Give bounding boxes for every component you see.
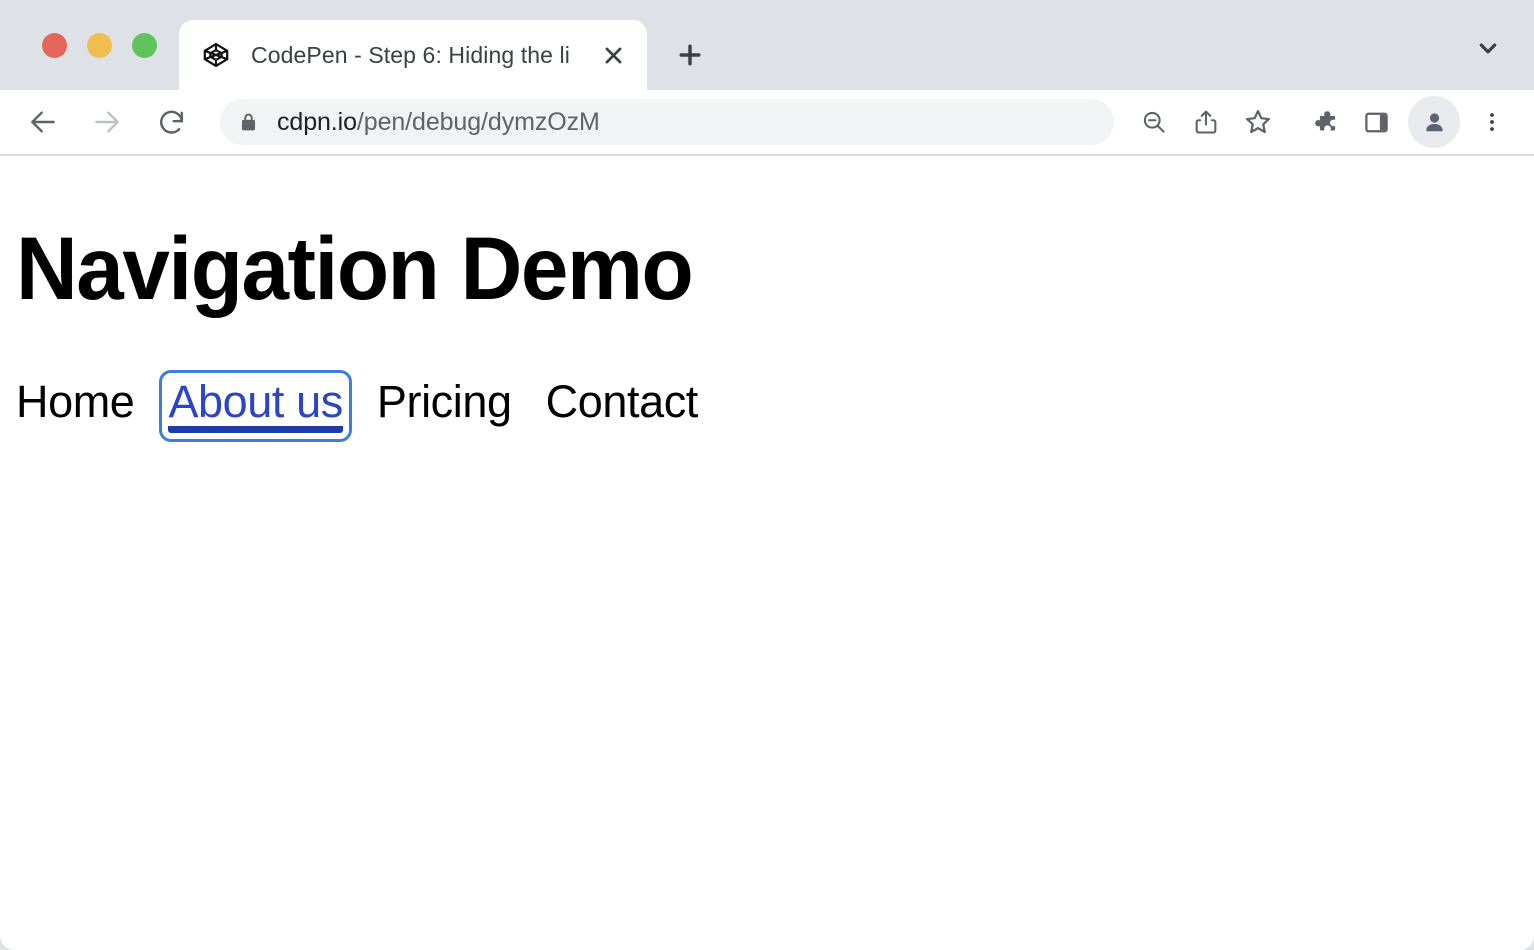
page-title: Navigation Demo bbox=[16, 156, 1458, 313]
page-content: Navigation Demo Home About us Pricing Co… bbox=[0, 156, 1534, 424]
tab-strip: CodePen - Step 6: Hiding the li bbox=[0, 0, 1534, 90]
share-icon[interactable] bbox=[1180, 96, 1232, 148]
zoom-out-icon[interactable] bbox=[1128, 96, 1180, 148]
tab-title: CodePen - Step 6: Hiding the li bbox=[251, 42, 591, 69]
minimize-window-button[interactable] bbox=[87, 33, 112, 58]
tab-search-button[interactable] bbox=[1464, 24, 1512, 72]
window-controls bbox=[0, 0, 179, 90]
browser-tab-active[interactable]: CodePen - Step 6: Hiding the li bbox=[179, 20, 647, 90]
back-button[interactable] bbox=[16, 95, 70, 149]
url-path: /pen/debug/dymzOzM bbox=[357, 108, 600, 136]
maximize-window-button[interactable] bbox=[132, 33, 157, 58]
browser-window: CodePen - Step 6: Hiding the li bbox=[0, 0, 1534, 950]
close-tab-button[interactable] bbox=[591, 33, 635, 77]
close-window-button[interactable] bbox=[42, 33, 67, 58]
nav-link-pricing[interactable]: Pricing bbox=[377, 379, 512, 424]
three-dot-menu-icon[interactable] bbox=[1466, 96, 1518, 148]
lock-icon bbox=[238, 112, 259, 133]
nav-link-contact[interactable]: Contact bbox=[546, 379, 698, 424]
browser-toolbar: cdpn.io/pen/debug/dymzOzM bbox=[0, 90, 1534, 156]
omnibox-actions bbox=[1128, 96, 1284, 148]
site-navigation: Home About us Pricing Contact bbox=[16, 379, 1518, 424]
nav-link-home[interactable]: Home bbox=[16, 379, 134, 424]
page-viewport: Navigation Demo Home About us Pricing Co… bbox=[0, 156, 1534, 950]
codepen-logo-icon bbox=[201, 40, 231, 70]
address-bar[interactable]: cdpn.io/pen/debug/dymzOzM bbox=[220, 99, 1114, 145]
forward-button bbox=[80, 95, 134, 149]
reload-button[interactable] bbox=[144, 95, 198, 149]
profile-avatar-icon[interactable] bbox=[1408, 96, 1460, 148]
star-icon[interactable] bbox=[1232, 96, 1284, 148]
new-tab-button[interactable] bbox=[663, 28, 717, 82]
url-host: cdpn.io bbox=[277, 108, 357, 136]
side-panel-icon[interactable] bbox=[1350, 96, 1402, 148]
url-text: cdpn.io/pen/debug/dymzOzM bbox=[277, 108, 600, 137]
puzzle-piece-icon[interactable] bbox=[1298, 96, 1350, 148]
nav-link-about-us[interactable]: About us bbox=[168, 379, 342, 433]
